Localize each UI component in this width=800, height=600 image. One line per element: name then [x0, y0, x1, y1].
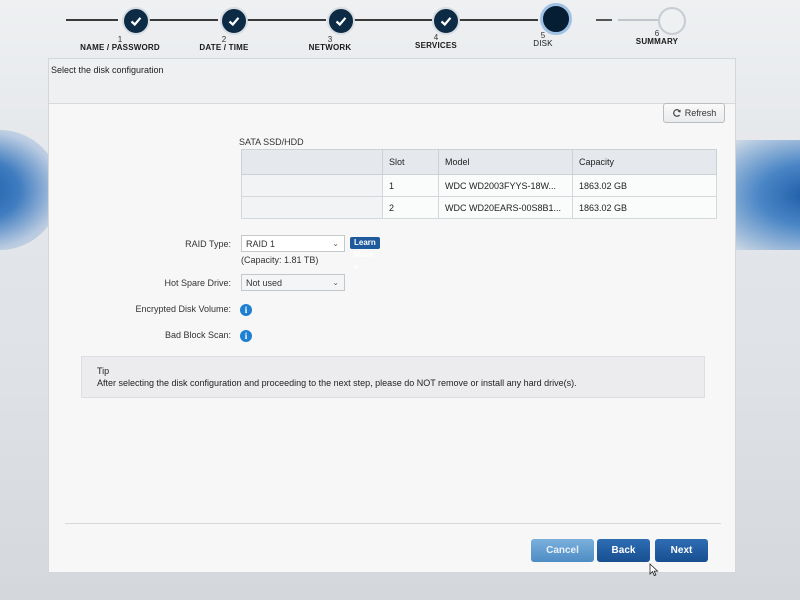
refresh-label: Refresh: [684, 108, 717, 118]
disk-table: Slot Model Capacity 1 WDC WD2003FYYS-18W…: [241, 149, 717, 219]
table-header-row: Slot Model Capacity: [241, 149, 717, 175]
hot-spare-select[interactable]: Not used ⌄: [241, 274, 345, 291]
step-connector: [148, 19, 218, 21]
mouse-cursor-icon: [649, 563, 659, 577]
column-header-select: [241, 149, 383, 175]
slot-cell: 2: [382, 196, 439, 219]
capacity-cell: 1863.02 GB: [572, 174, 717, 197]
step-connector: [66, 19, 118, 21]
panel-title: Select the disk configuration: [51, 65, 164, 75]
capacity-cell: 1863.02 GB: [572, 196, 717, 219]
info-icon[interactable]: i: [240, 304, 252, 316]
step-label-network: NETWORK: [308, 43, 352, 52]
table-row[interactable]: 2 WDC WD20EARS-00S8B1... 1863.02 GB: [241, 196, 717, 219]
next-button[interactable]: Next: [655, 539, 708, 562]
hot-spare-value: Not used: [246, 278, 283, 288]
hot-spare-label: Hot Spare Drive:: [164, 278, 231, 288]
step-label-date-time: DATE / TIME: [199, 43, 249, 52]
step-connector: [596, 19, 612, 21]
step-4-check-icon: [432, 7, 460, 35]
step-connector: [458, 19, 538, 21]
step-label-disk: DISK: [533, 39, 553, 48]
row-select-cell[interactable]: [241, 174, 383, 197]
tip-title: Tip: [97, 366, 110, 376]
info-icon[interactable]: i: [240, 330, 252, 342]
step-label-services: SERVICES: [415, 41, 457, 50]
raid-capacity-note: (Capacity: 1.81 TB): [241, 255, 319, 265]
row-select-cell[interactable]: [241, 196, 383, 219]
encrypted-label: Encrypted Disk Volume:: [135, 304, 231, 314]
step-3-check-icon: [327, 7, 355, 35]
column-header-slot[interactable]: Slot: [382, 149, 439, 175]
slot-cell: 1: [382, 174, 439, 197]
model-cell: WDC WD20EARS-00S8B1...: [438, 196, 573, 219]
raid-type-value: RAID 1: [246, 239, 276, 249]
raid-type-label: RAID Type:: [185, 239, 231, 249]
disk-config-panel: Select the disk configuration Refresh SA…: [48, 58, 736, 573]
step-label-summary: SUMMARY: [635, 37, 679, 46]
back-button[interactable]: Back: [597, 539, 650, 562]
step-connector: [352, 19, 432, 21]
cancel-button[interactable]: Cancel: [531, 539, 594, 562]
refresh-button[interactable]: Refresh: [663, 103, 725, 123]
tip-box: Tip After selecting the disk configurati…: [81, 356, 705, 398]
chevron-down-icon: ⌄: [332, 239, 339, 248]
raid-type-select[interactable]: RAID 1 ⌄: [241, 235, 345, 252]
section-title: SATA SSD/HDD: [239, 137, 304, 147]
step-connector: [618, 19, 658, 21]
footer-divider: [65, 523, 721, 524]
learn-more-button[interactable]: Learn More »: [350, 237, 380, 271]
bad-block-label: Bad Block Scan:: [164, 330, 231, 340]
chevron-down-icon: ⌄: [332, 278, 339, 287]
panel-header: Select the disk configuration: [49, 59, 735, 104]
step-1-check-icon: [122, 7, 150, 35]
tip-text: After selecting the disk configuration a…: [97, 378, 577, 388]
table-row[interactable]: 1 WDC WD2003FYYS-18W... 1863.02 GB: [241, 174, 717, 197]
step-connector: [246, 19, 326, 21]
column-header-capacity[interactable]: Capacity: [572, 149, 717, 175]
step-2-check-icon: [220, 7, 248, 35]
refresh-icon: [672, 109, 681, 117]
step-label-name-password: NAME / PASSWORD: [80, 43, 160, 52]
wizard-steps: 1 NAME / PASSWORD 2 DATE / TIME 3 NETWOR…: [0, 0, 800, 60]
model-cell: WDC WD2003FYYS-18W...: [438, 174, 573, 197]
column-header-model[interactable]: Model: [438, 149, 573, 175]
